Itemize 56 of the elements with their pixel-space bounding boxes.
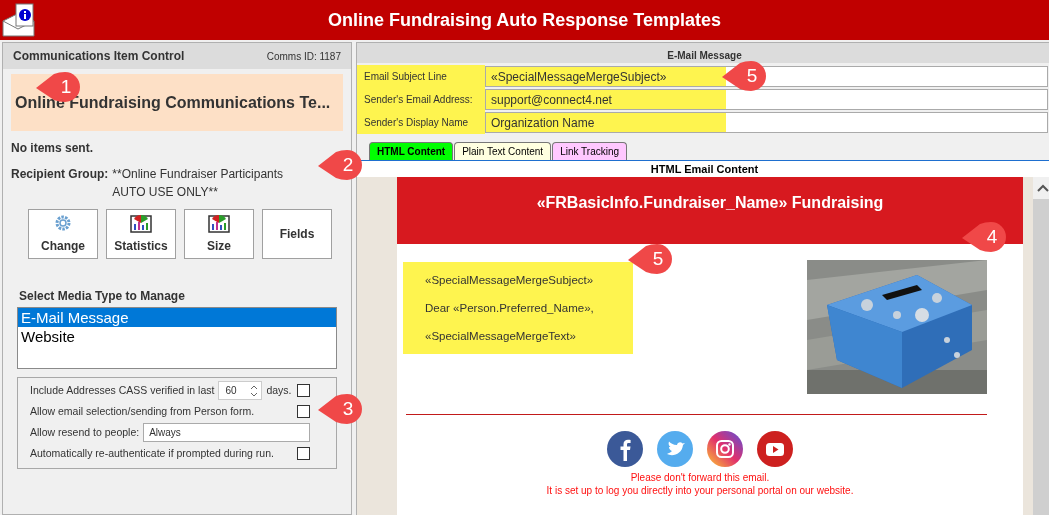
tab[interactable]: HTML Content: [369, 142, 454, 160]
window-title: Online Fundraising Auto Response Templates: [327, 8, 721, 32]
camera-icon[interactable]: [707, 431, 743, 467]
comms-id: Comms ID: 1187: [266, 49, 341, 64]
text-field[interactable]: Organization Name: [485, 112, 1048, 133]
option-label: Allow resend to people:: [30, 424, 140, 440]
checkbox[interactable]: [297, 384, 310, 397]
section-heading: Select Media Type to Manage: [19, 288, 186, 305]
list-item[interactable]: E-Mail Message: [18, 308, 336, 327]
content-heading: HTML Email Content: [650, 163, 759, 175]
callout-marker: 5: [628, 244, 672, 274]
envelope-info-icon: [2, 3, 36, 37]
media-type-list[interactable]: E-Mail Message Website: [17, 307, 337, 369]
spin-field[interactable]: 60: [218, 381, 263, 400]
field-label: Sender's Display Name: [364, 116, 469, 130]
recipient-group: **Online Fundraiser Participants AUTO USE ONLY**: [112, 165, 313, 201]
scrollbar[interactable]: [1033, 177, 1049, 515]
footer-text: Please don't forward this email.: [629, 471, 771, 484]
field-label: Sender's Email Address:: [364, 93, 473, 107]
checkbox[interactable]: [297, 447, 310, 460]
body-text: Dear «Person.Preferred_Name»,: [425, 301, 595, 316]
panel-title: E-Mail Message: [667, 50, 742, 61]
callout-marker: 2: [318, 150, 362, 180]
body-text: «SpecialMessageMergeText»: [425, 329, 577, 344]
toolbar-button[interactable]: Size: [184, 209, 254, 259]
option-label: days.: [266, 382, 292, 398]
gear-icon: [53, 213, 73, 233]
tab[interactable]: Plain Text Content: [454, 142, 552, 160]
body-text: «SpecialMessageMergeSubject»: [425, 273, 595, 288]
chart-icon: [130, 213, 152, 233]
toolbar-button[interactable]: Fields: [262, 209, 332, 259]
option-label: Automatically re-authenticate if prompted during run.: [30, 445, 274, 461]
banner-title: «FRBasicInfo.Fundraiser_Name» Fundraising: [536, 194, 884, 211]
sent-status: No items sent.: [11, 140, 95, 157]
list-item[interactable]: Website: [18, 327, 336, 346]
option-label: Include Addresses CASS verified in last: [30, 382, 215, 398]
toolbar-button[interactable]: Statistics: [106, 209, 176, 259]
text-field[interactable]: support@connect4.net: [485, 89, 1048, 110]
option-label: Allow email selection/sending from Person form.: [30, 403, 255, 419]
play-icon[interactable]: [757, 431, 793, 467]
facebook-icon[interactable]: [607, 431, 643, 467]
checkbox[interactable]: [297, 405, 310, 418]
callout-marker: 4: [962, 222, 1006, 252]
callout-marker: 5: [722, 61, 766, 91]
dropdown[interactable]: Always: [143, 423, 310, 442]
recipient-label: Recipient Group:: [11, 166, 109, 183]
footer-text: It is set up to log you directly into your personal portal on our website.: [545, 484, 855, 497]
item-title: Online Fundraising Communications Te...: [15, 93, 331, 113]
toolbar-button[interactable]: Change: [28, 209, 98, 259]
field-label: Email Subject Line: [364, 70, 447, 84]
spinner-arrows-icon[interactable]: [250, 383, 259, 398]
scroll-up-icon[interactable]: [1036, 184, 1049, 192]
panel-title: Communications Item Control: [13, 48, 185, 65]
chart-icon: [208, 213, 230, 233]
callout-marker: 3: [318, 394, 362, 424]
tab[interactable]: Link Tracking: [552, 142, 628, 160]
